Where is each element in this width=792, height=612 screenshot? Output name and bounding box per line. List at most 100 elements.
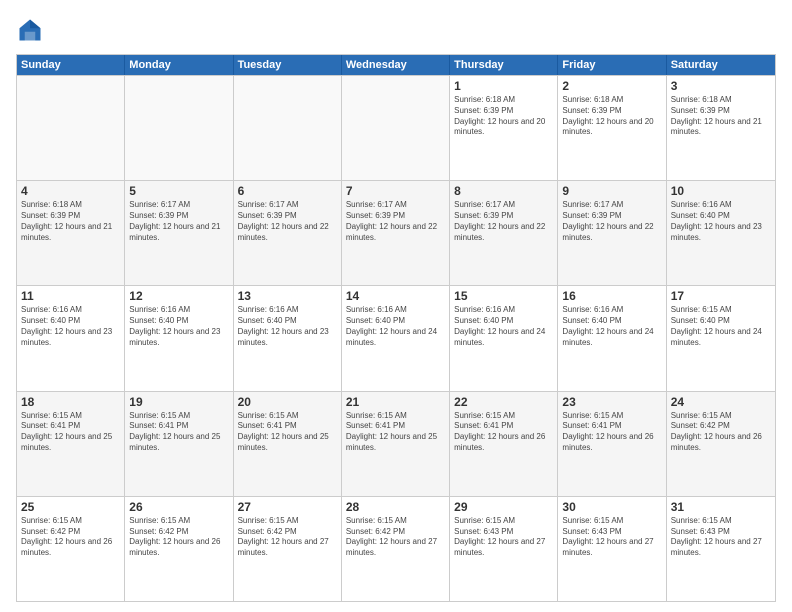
cell-info: Sunrise: 6:17 AMSunset: 6:39 PMDaylight:… xyxy=(454,200,553,243)
calendar-cell xyxy=(342,76,450,180)
calendar-cell: 28 Sunrise: 6:15 AMSunset: 6:42 PMDayligh… xyxy=(342,497,450,601)
cell-info: Sunrise: 6:15 AMSunset: 6:41 PMDaylight:… xyxy=(129,411,228,454)
calendar-cell: 10Sunrise: 6:16 AMSunset: 6:40 PMDayligh… xyxy=(667,181,775,285)
page-container: SundayMondayTuesdayWednesdayThursdayFrid… xyxy=(0,0,792,612)
day-number: 24 xyxy=(671,395,771,409)
calendar-cell: 22 Sunrise: 6:15 AMSunset: 6:41 PMDayligh… xyxy=(450,392,558,496)
calendar-cell: 20 Sunrise: 6:15 AMSunset: 6:41 PMDayligh… xyxy=(234,392,342,496)
day-number: 18 xyxy=(21,395,120,409)
calendar-cell: 2Sunrise: 6:18 AMSunset: 6:39 PMDaylight… xyxy=(558,76,666,180)
logo xyxy=(16,16,48,44)
cell-info: Sunrise: 6:18 AMSunset: 6:39 PMDaylight:… xyxy=(454,95,553,138)
header-day-sunday: Sunday xyxy=(17,55,125,75)
calendar-cell: 24Sunrise: 6:15 AMSunset: 6:42 PMDayligh… xyxy=(667,392,775,496)
calendar-cell: 27 Sunrise: 6:15 AMSunset: 6:42 PMDayligh… xyxy=(234,497,342,601)
day-number: 7 xyxy=(346,184,445,198)
calendar-row-5: 25 Sunrise: 6:15 AMSunset: 6:42 PMDayligh… xyxy=(17,496,775,601)
cell-info: Sunrise: 6:18 AMSunset: 6:39 PMDaylight:… xyxy=(671,95,771,138)
calendar: SundayMondayTuesdayWednesdayThursdayFrid… xyxy=(16,54,776,602)
calendar-cell: 23 Sunrise: 6:15 AMSunset: 6:41 PMDayligh… xyxy=(558,392,666,496)
cell-info: Sunrise: 6:16 AMSunset: 6:40 PMDaylight:… xyxy=(21,305,120,348)
day-number: 5 xyxy=(129,184,228,198)
calendar-cell: 11 Sunrise: 6:16 AMSunset: 6:40 PMDayligh… xyxy=(17,286,125,390)
calendar-cell: 25 Sunrise: 6:15 AMSunset: 6:42 PMDayligh… xyxy=(17,497,125,601)
day-number: 27 xyxy=(238,500,337,514)
cell-info: Sunrise: 6:15 AMSunset: 6:41 PMDaylight:… xyxy=(454,411,553,454)
cell-info: Sunrise: 6:15 AMSunset: 6:42 PMDaylight:… xyxy=(238,516,337,559)
day-number: 31 xyxy=(671,500,771,514)
header-day-saturday: Saturday xyxy=(667,55,775,75)
cell-info: Sunrise: 6:16 AMSunset: 6:40 PMDaylight:… xyxy=(346,305,445,348)
day-number: 11 xyxy=(21,289,120,303)
cell-info: Sunrise: 6:15 AMSunset: 6:42 PMDaylight:… xyxy=(21,516,120,559)
calendar-cell: 9Sunrise: 6:17 AMSunset: 6:39 PMDaylight… xyxy=(558,181,666,285)
calendar-cell: 16Sunrise: 6:16 AMSunset: 6:40 PMDayligh… xyxy=(558,286,666,390)
cell-info: Sunrise: 6:18 AMSunset: 6:39 PMDaylight:… xyxy=(562,95,661,138)
day-number: 22 xyxy=(454,395,553,409)
cell-info: Sunrise: 6:15 AMSunset: 6:43 PMDaylight:… xyxy=(671,516,771,559)
cell-info: Sunrise: 6:15 AMSunset: 6:42 PMDaylight:… xyxy=(129,516,228,559)
header-day-wednesday: Wednesday xyxy=(342,55,450,75)
cell-info: Sunrise: 6:16 AMSunset: 6:40 PMDaylight:… xyxy=(238,305,337,348)
cell-info: Sunrise: 6:15 AMSunset: 6:41 PMDaylight:… xyxy=(238,411,337,454)
cell-info: Sunrise: 6:16 AMSunset: 6:40 PMDaylight:… xyxy=(454,305,553,348)
cell-info: Sunrise: 6:16 AMSunset: 6:40 PMDaylight:… xyxy=(562,305,661,348)
calendar-row-1: 1 Sunrise: 6:18 AMSunset: 6:39 PMDaylight… xyxy=(17,75,775,180)
day-number: 12 xyxy=(129,289,228,303)
calendar-cell: 21 Sunrise: 6:15 AMSunset: 6:41 PMDayligh… xyxy=(342,392,450,496)
calendar-row-3: 11 Sunrise: 6:16 AMSunset: 6:40 PMDayligh… xyxy=(17,285,775,390)
day-number: 29 xyxy=(454,500,553,514)
day-number: 17 xyxy=(671,289,771,303)
cell-info: Sunrise: 6:17 AMSunset: 6:39 PMDaylight:… xyxy=(238,200,337,243)
calendar-body: 1 Sunrise: 6:18 AMSunset: 6:39 PMDaylight… xyxy=(17,75,775,601)
page-header xyxy=(16,16,776,44)
day-number: 23 xyxy=(562,395,661,409)
day-number: 13 xyxy=(238,289,337,303)
day-number: 8 xyxy=(454,184,553,198)
calendar-cell: 7 Sunrise: 6:17 AMSunset: 6:39 PMDaylight… xyxy=(342,181,450,285)
day-number: 14 xyxy=(346,289,445,303)
calendar-header: SundayMondayTuesdayWednesdayThursdayFrid… xyxy=(17,55,775,75)
cell-info: Sunrise: 6:17 AMSunset: 6:39 PMDaylight:… xyxy=(346,200,445,243)
calendar-cell: 12 Sunrise: 6:16 AMSunset: 6:40 PMDayligh… xyxy=(125,286,233,390)
day-number: 19 xyxy=(129,395,228,409)
cell-info: Sunrise: 6:16 AMSunset: 6:40 PMDaylight:… xyxy=(129,305,228,348)
cell-info: Sunrise: 6:15 AMSunset: 6:41 PMDaylight:… xyxy=(346,411,445,454)
cell-info: Sunrise: 6:15 AMSunset: 6:41 PMDaylight:… xyxy=(21,411,120,454)
calendar-cell: 4Sunrise: 6:18 AMSunset: 6:39 PMDaylight… xyxy=(17,181,125,285)
day-number: 28 xyxy=(346,500,445,514)
cell-info: Sunrise: 6:15 AMSunset: 6:41 PMDaylight:… xyxy=(562,411,661,454)
day-number: 1 xyxy=(454,79,553,93)
calendar-cell: 18 Sunrise: 6:15 AMSunset: 6:41 PMDayligh… xyxy=(17,392,125,496)
calendar-cell: 1 Sunrise: 6:18 AMSunset: 6:39 PMDaylight… xyxy=(450,76,558,180)
calendar-cell: 15Sunrise: 6:16 AMSunset: 6:40 PMDayligh… xyxy=(450,286,558,390)
header-day-monday: Monday xyxy=(125,55,233,75)
cell-info: Sunrise: 6:15 AMSunset: 6:43 PMDaylight:… xyxy=(454,516,553,559)
calendar-cell: 6Sunrise: 6:17 AMSunset: 6:39 PMDaylight… xyxy=(234,181,342,285)
calendar-cell: 30Sunrise: 6:15 AMSunset: 6:43 PMDayligh… xyxy=(558,497,666,601)
day-number: 3 xyxy=(671,79,771,93)
cell-info: Sunrise: 6:15 AMSunset: 6:42 PMDaylight:… xyxy=(346,516,445,559)
calendar-cell: 31 Sunrise: 6:15 AMSunset: 6:43 PMDayligh… xyxy=(667,497,775,601)
calendar-cell: 14 Sunrise: 6:16 AMSunset: 6:40 PMDayligh… xyxy=(342,286,450,390)
cell-info: Sunrise: 6:17 AMSunset: 6:39 PMDaylight:… xyxy=(129,200,228,243)
header-day-friday: Friday xyxy=(558,55,666,75)
calendar-row-4: 18 Sunrise: 6:15 AMSunset: 6:41 PMDayligh… xyxy=(17,391,775,496)
day-number: 21 xyxy=(346,395,445,409)
day-number: 10 xyxy=(671,184,771,198)
calendar-cell xyxy=(125,76,233,180)
cell-info: Sunrise: 6:17 AMSunset: 6:39 PMDaylight:… xyxy=(562,200,661,243)
day-number: 20 xyxy=(238,395,337,409)
cell-info: Sunrise: 6:15 AMSunset: 6:43 PMDaylight:… xyxy=(562,516,661,559)
calendar-cell xyxy=(17,76,125,180)
calendar-cell: 17Sunrise: 6:15 AMSunset: 6:40 PMDayligh… xyxy=(667,286,775,390)
day-number: 26 xyxy=(129,500,228,514)
header-day-thursday: Thursday xyxy=(450,55,558,75)
calendar-cell: 8 Sunrise: 6:17 AMSunset: 6:39 PMDaylight… xyxy=(450,181,558,285)
header-day-tuesday: Tuesday xyxy=(234,55,342,75)
calendar-cell: 19 Sunrise: 6:15 AMSunset: 6:41 PMDayligh… xyxy=(125,392,233,496)
calendar-cell: 3 Sunrise: 6:18 AMSunset: 6:39 PMDaylight… xyxy=(667,76,775,180)
calendar-cell: 13 Sunrise: 6:16 AMSunset: 6:40 PMDayligh… xyxy=(234,286,342,390)
calendar-cell: 29 Sunrise: 6:15 AMSunset: 6:43 PMDayligh… xyxy=(450,497,558,601)
day-number: 25 xyxy=(21,500,120,514)
